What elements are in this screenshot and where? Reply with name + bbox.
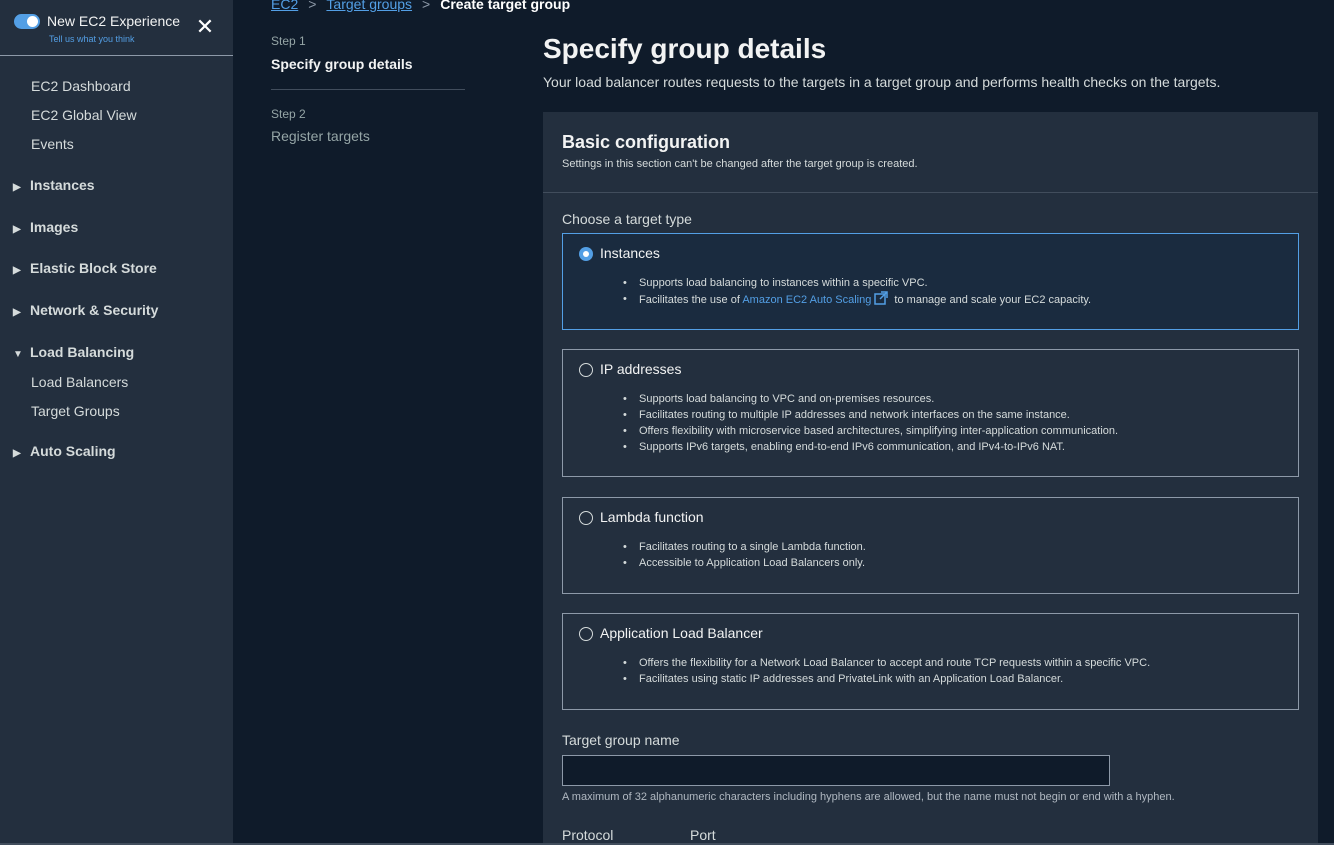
app-root: New EC2 Experience Tell us what you thin… bbox=[0, 0, 1334, 845]
close-icon[interactable]: ✕ bbox=[195, 16, 215, 38]
tile-bullet: Accessible to Application Load Balancers… bbox=[623, 555, 866, 571]
breadcrumb-separator: > bbox=[308, 0, 317, 12]
target-type-lambda-tile[interactable]: Lambda function Facilitates routing to a… bbox=[562, 497, 1299, 594]
step-2-title[interactable]: Register targets bbox=[271, 128, 370, 144]
instances-radio[interactable] bbox=[579, 247, 593, 261]
tile-bullet: Facilitates routing to multiple IP addre… bbox=[623, 407, 1118, 423]
alb-radio[interactable] bbox=[579, 627, 593, 641]
sidebar-divider bbox=[0, 55, 233, 56]
tile-bullets: Facilitates routing to a single Lambda f… bbox=[623, 539, 866, 571]
step-1-label: Step 1 bbox=[271, 34, 306, 48]
breadcrumb-separator: > bbox=[422, 0, 431, 12]
sidebar-section-instances[interactable]: ▶ Instances bbox=[13, 177, 95, 193]
breadcrumb: EC2 > Target groups > Create target group bbox=[271, 0, 570, 14]
target-group-name-input[interactable] bbox=[562, 755, 1110, 786]
port-label: Port bbox=[690, 827, 716, 843]
sidebar-section-images[interactable]: ▶ Images bbox=[13, 219, 78, 235]
panel-title: Basic configuration bbox=[562, 132, 731, 152]
panel-divider bbox=[543, 192, 1318, 193]
breadcrumb-target-groups[interactable]: Target groups bbox=[326, 0, 412, 12]
bullet-text: Facilitates the use of bbox=[639, 294, 743, 306]
tile-bullet: Offers the flexibility for a Network Loa… bbox=[623, 655, 1150, 671]
new-experience-toggle[interactable] bbox=[14, 14, 40, 29]
tile-bullet: Supports load balancing to instances wit… bbox=[623, 275, 1091, 291]
panel-subtitle: Settings in this section can't be change… bbox=[562, 158, 918, 170]
bullet-text: to manage and scale your EC2 capacity. bbox=[891, 294, 1092, 306]
breadcrumb-current: Create target group bbox=[440, 0, 571, 12]
target-group-name-label: Target group name bbox=[562, 732, 680, 748]
page-description: Your load balancer routes requests to th… bbox=[543, 74, 1221, 90]
protocol-label: Protocol bbox=[562, 827, 614, 843]
sidebar: New EC2 Experience Tell us what you thin… bbox=[0, 0, 233, 845]
target-type-ip-addresses-tile[interactable]: IP addresses Supports load balancing to … bbox=[562, 349, 1299, 477]
tile-title: Lambda function bbox=[600, 509, 704, 525]
sidebar-item-ec2-dashboard[interactable]: EC2 Dashboard bbox=[31, 78, 131, 94]
tile-title: Instances bbox=[600, 245, 660, 261]
new-experience-toggle-row: New EC2 Experience Tell us what you thin… bbox=[14, 12, 224, 48]
sidebar-item-load-balancers[interactable]: Load Balancers bbox=[31, 374, 128, 390]
tile-bullet: Facilitates the use of Amazon EC2 Auto S… bbox=[623, 291, 1091, 310]
caret-right-icon: ▶ bbox=[13, 265, 21, 276]
new-experience-label: New EC2 Experience bbox=[47, 13, 181, 29]
target-type-instances-tile[interactable]: Instances Supports load balancing to ins… bbox=[562, 233, 1299, 330]
lambda-radio[interactable] bbox=[579, 511, 593, 525]
feedback-link[interactable]: Tell us what you think bbox=[49, 34, 135, 44]
sidebar-section-label: Network & Security bbox=[30, 302, 159, 318]
target-group-name-hint: A maximum of 32 alphanumeric characters … bbox=[562, 791, 1175, 803]
sidebar-section-auto-scaling[interactable]: ▶ Auto Scaling bbox=[13, 443, 116, 459]
tile-bullet: Facilitates using static IP addresses an… bbox=[623, 671, 1150, 687]
caret-right-icon: ▶ bbox=[13, 224, 21, 235]
basic-configuration-panel: Basic configuration Settings in this sec… bbox=[543, 112, 1318, 845]
tile-bullet: Supports IPv6 targets, enabling end-to-e… bbox=[623, 439, 1118, 455]
sidebar-section-elastic-block-store[interactable]: ▶ Elastic Block Store bbox=[13, 260, 157, 276]
tile-bullets: Supports load balancing to VPC and on-pr… bbox=[623, 391, 1118, 455]
tile-bullets: Offers the flexibility for a Network Loa… bbox=[623, 655, 1150, 687]
ip-addresses-radio[interactable] bbox=[579, 363, 593, 377]
tile-bullet: Facilitates routing to a single Lambda f… bbox=[623, 539, 866, 555]
sidebar-item-target-groups[interactable]: Target Groups bbox=[31, 403, 120, 419]
sidebar-section-label: Auto Scaling bbox=[30, 443, 116, 459]
tile-bullet: Supports load balancing to VPC and on-pr… bbox=[623, 391, 1118, 407]
tile-title: Application Load Balancer bbox=[600, 625, 763, 641]
tile-title: IP addresses bbox=[600, 361, 682, 377]
sidebar-section-label: Elastic Block Store bbox=[30, 260, 157, 276]
sidebar-section-load-balancing[interactable]: ▼ Load Balancing bbox=[13, 344, 134, 360]
sidebar-item-ec2-global-view[interactable]: EC2 Global View bbox=[31, 107, 137, 123]
ec2-auto-scaling-link[interactable]: Amazon EC2 Auto Scaling bbox=[742, 294, 871, 306]
tile-bullets: Supports load balancing to instances wit… bbox=[623, 275, 1091, 310]
caret-right-icon: ▶ bbox=[13, 182, 21, 193]
step-1-title: Specify group details bbox=[271, 56, 413, 72]
page-title: Specify group details bbox=[543, 33, 827, 64]
target-type-label: Choose a target type bbox=[562, 211, 692, 227]
tile-bullet: Offers flexibility with microservice bas… bbox=[623, 423, 1118, 439]
breadcrumb-ec2[interactable]: EC2 bbox=[271, 0, 298, 12]
caret-right-icon: ▶ bbox=[13, 307, 21, 318]
step-2-label: Step 2 bbox=[271, 107, 306, 121]
caret-down-icon: ▼ bbox=[13, 349, 23, 360]
sidebar-item-events[interactable]: Events bbox=[31, 136, 74, 152]
external-link-icon[interactable] bbox=[874, 291, 889, 310]
step-divider bbox=[271, 89, 465, 90]
sidebar-section-label: Instances bbox=[30, 177, 95, 193]
caret-right-icon: ▶ bbox=[13, 448, 21, 459]
sidebar-section-label: Images bbox=[30, 219, 79, 235]
target-type-alb-tile[interactable]: Application Load Balancer Offers the fle… bbox=[562, 613, 1299, 710]
sidebar-section-label: Load Balancing bbox=[30, 344, 135, 360]
sidebar-section-network-security[interactable]: ▶ Network & Security bbox=[13, 302, 158, 318]
